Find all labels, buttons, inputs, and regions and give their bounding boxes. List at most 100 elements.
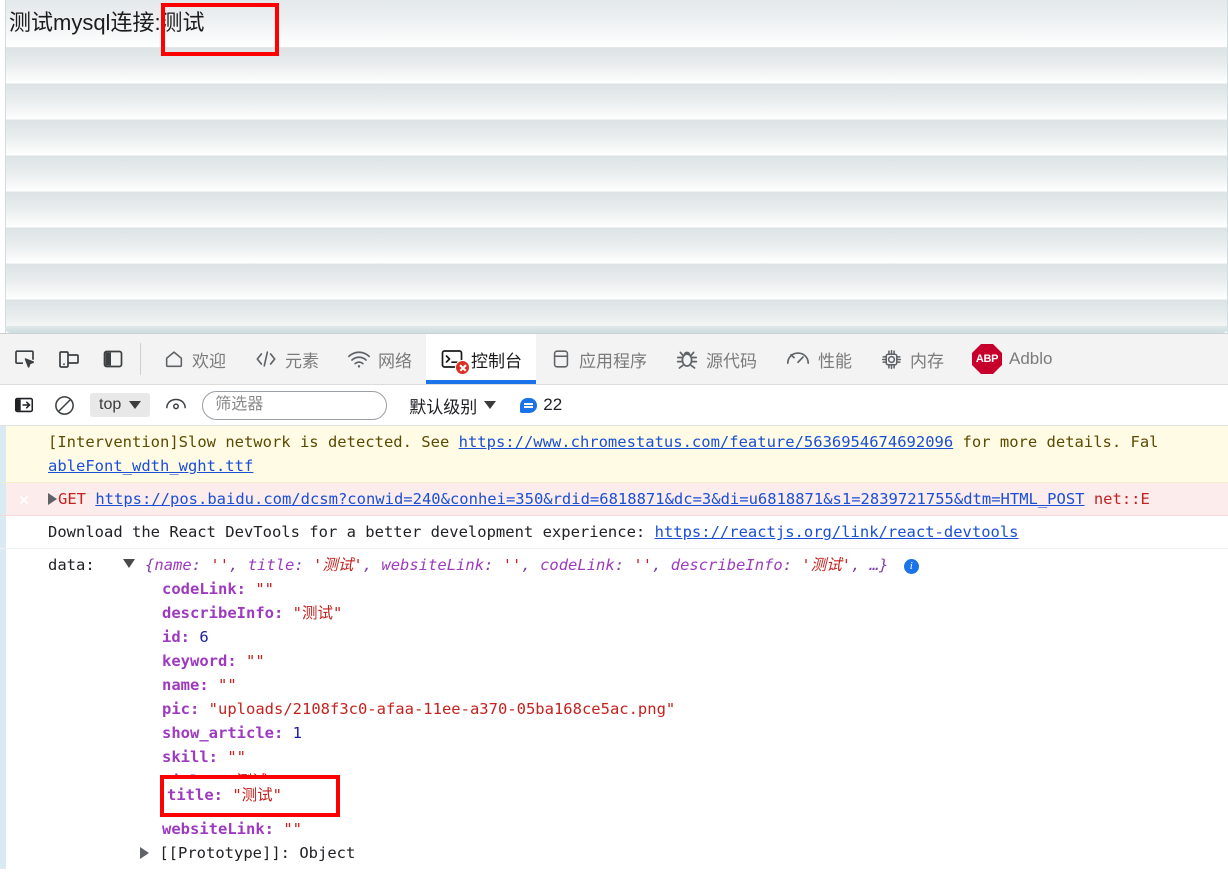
abp-logo-icon: ABP [972, 344, 1002, 374]
message-rail [0, 483, 6, 515]
dock-side-icon[interactable] [98, 344, 128, 374]
property-value: "" [246, 652, 265, 670]
tab-label: 源代码 [706, 351, 757, 371]
console-error-badge [455, 360, 470, 375]
tabstrip-divider [140, 343, 141, 375]
chevron-down-icon [129, 401, 142, 409]
tab-console[interactable]: 控制台 [426, 334, 536, 384]
tab-sources[interactable]: 源代码 [661, 334, 771, 384]
object-property-row[interactable]: pic: "uploads/2108f3c0-afaa-11ee-a370-05… [0, 697, 1228, 721]
property-key: show_article: [162, 724, 293, 742]
execution-context-select[interactable]: top [90, 393, 151, 417]
home-icon [163, 348, 185, 370]
console-message-warning[interactable]: [Intervention]Slow network is detected. … [0, 426, 1228, 483]
inspect-element-icon[interactable] [10, 344, 40, 374]
tab-label: 欢迎 [192, 351, 226, 371]
page-row [6, 192, 1227, 228]
property-value: "" [227, 748, 246, 766]
warning-link-2[interactable]: ableFont_wdth_wght.ttf [48, 457, 253, 475]
tab-performance[interactable]: 性能 [771, 334, 866, 384]
abp-logo-icon: ABP [972, 344, 1002, 374]
page-viewport: 测试mysql连接:测试 [0, 0, 1228, 333]
chevron-down-icon [484, 401, 497, 409]
page-row [6, 228, 1227, 264]
annotated-title-property: title: "测试" [167, 786, 282, 804]
clear-console-icon[interactable] [50, 391, 78, 419]
page-row [6, 120, 1227, 156]
object-property-row[interactable]: keyword: "" [0, 649, 1228, 673]
tab-adblock[interactable]: ABP Adblo [958, 334, 1066, 384]
property-key: skill: [162, 748, 228, 766]
warning-link-1[interactable]: https://www.chromestatus.com/feature/563… [459, 433, 954, 451]
tab-welcome[interactable]: 欢迎 [149, 334, 240, 384]
console-filter-input[interactable] [202, 390, 388, 420]
object-header-row[interactable]: data: {name: '', title: '测试', websiteLin… [0, 553, 1228, 577]
page-title: 测试mysql连接:测试 [9, 10, 205, 35]
sidebar-toggle-icon[interactable] [10, 391, 38, 419]
info-icon[interactable]: i [903, 559, 919, 574]
warning-text-2: for more details. Fal [953, 433, 1159, 451]
tab-elements[interactable]: 元素 [240, 334, 333, 384]
wifi-icon [347, 348, 371, 370]
react-message-text: Download the React DevTools for a better… [48, 523, 655, 541]
page-row [6, 156, 1227, 192]
tab-label: 控制台 [471, 351, 522, 371]
object-property-row[interactable]: id: 6 [0, 625, 1228, 649]
object-property-row[interactable]: show_article: 1 [0, 721, 1228, 745]
console-message-react-devtools[interactable]: Download the React DevTools for a better… [0, 516, 1228, 549]
property-value: "" [218, 676, 237, 694]
object-label: data: [48, 556, 95, 574]
property-key: websiteLink: [162, 820, 284, 838]
console-message-object[interactable]: data: {name: '', title: '测试', websiteLin… [0, 549, 1228, 869]
log-level-select[interactable]: 默认级别 [409, 393, 497, 418]
object-property-row[interactable]: codeLink: "" [0, 577, 1228, 601]
object-property-row[interactable]: skill: "" [0, 745, 1228, 769]
page-content: 测试mysql连接:测试 [5, 0, 1228, 333]
object-preview: {name: '', title: '测试', websiteLink: '',… [145, 556, 889, 574]
message-rail [0, 516, 6, 548]
tab-label: Adblo [1009, 349, 1053, 368]
tab-label: 应用程序 [579, 351, 647, 371]
console-message-error[interactable]: GET https://pos.baidu.com/dcsm?conwid=24… [0, 483, 1228, 516]
error-icon [14, 490, 34, 510]
tab-application[interactable]: 应用程序 [536, 334, 661, 384]
console-message-list: [Intervention]Slow network is detected. … [0, 426, 1228, 886]
devtools-tool-buttons [0, 334, 136, 384]
message-rail [0, 426, 6, 482]
page-title-bar: 测试mysql连接:测试 [6, 0, 1227, 48]
tab-label: 元素 [285, 351, 319, 371]
collapse-arrow-icon[interactable] [122, 559, 135, 568]
devtools-tabstrip: 欢迎 元素 网络 控制台 应用程序 源代码 性能 内存 ABP Adblo [0, 334, 1228, 385]
object-property-row[interactable]: name: "" [0, 673, 1228, 697]
object-property-row[interactable]: describeInfo: "测试" [0, 601, 1228, 625]
code-icon [254, 348, 278, 370]
error-url-link[interactable]: https://pos.baidu.com/dcsm?conwid=240&co… [95, 490, 1084, 508]
message-bubble-icon [520, 397, 538, 413]
device-toolbar-icon[interactable] [54, 344, 84, 374]
page-row-list [6, 48, 1227, 333]
live-expression-icon[interactable] [162, 391, 190, 419]
message-count-indicator[interactable]: 22 [520, 395, 562, 415]
property-value: "测试" [292, 604, 343, 622]
property-key: pic: [162, 700, 209, 718]
console-icon [440, 348, 470, 375]
tab-network[interactable]: 网络 [333, 334, 426, 384]
object-prototype-row[interactable]: [[Prototype]]: Object [0, 841, 1228, 865]
message-count-value: 22 [543, 395, 563, 414]
expand-arrow-icon[interactable] [48, 493, 57, 505]
warning-prefix: [Intervention] [48, 433, 179, 451]
expand-arrow-icon[interactable] [140, 847, 149, 859]
property-value: "" [255, 580, 274, 598]
devtools-tab-list: 欢迎 元素 网络 控制台 应用程序 源代码 性能 内存 ABP Adblo [149, 334, 1228, 384]
error-status: net::E [1084, 490, 1150, 508]
property-value: 6 [199, 628, 209, 646]
chip-icon [880, 348, 903, 371]
tab-label: 内存 [910, 351, 944, 371]
object-property-row[interactable]: websiteLink: "" [0, 817, 1228, 841]
react-devtools-link[interactable]: https://reactjs.org/link/react-devtools [655, 523, 1019, 541]
error-method: GET [58, 490, 86, 508]
property-value: "" [283, 820, 302, 838]
tab-memory[interactable]: 内存 [866, 334, 958, 384]
database-icon [550, 348, 572, 370]
log-level-label: 默认级别 [409, 397, 478, 417]
